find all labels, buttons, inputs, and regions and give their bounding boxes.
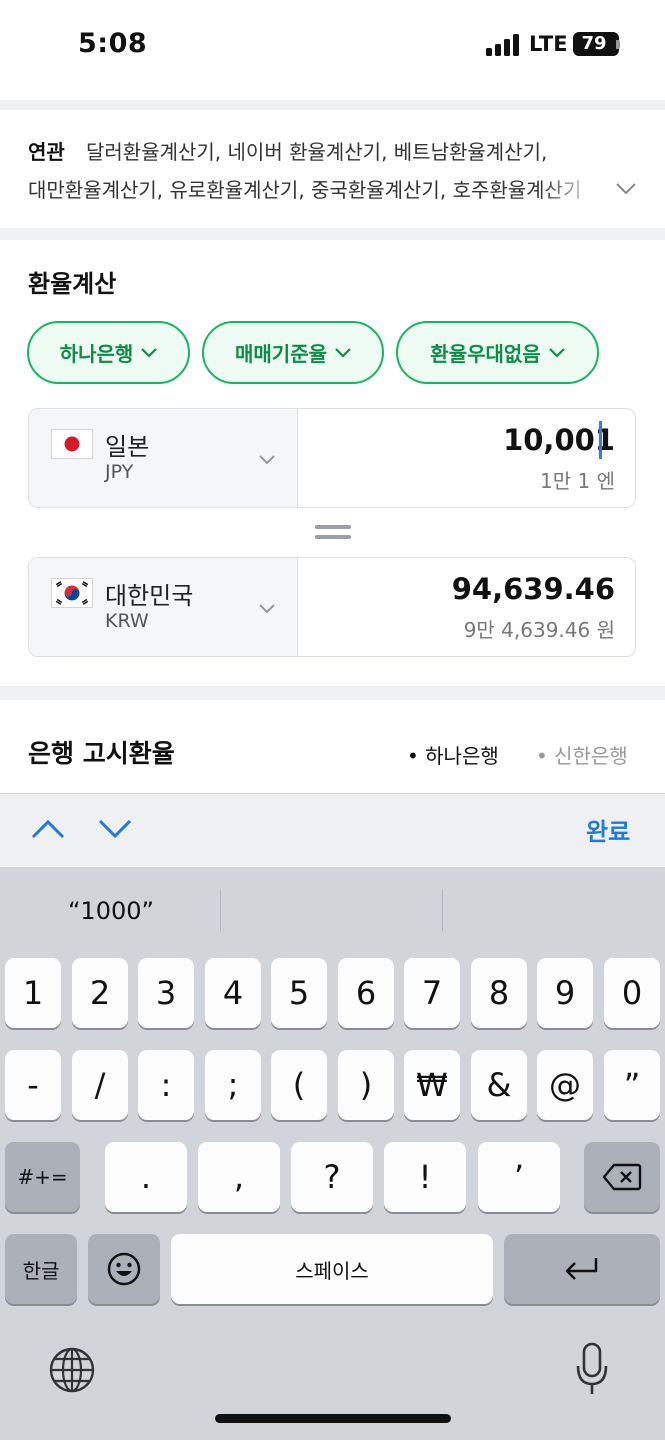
chip-label: 환율우대없음 bbox=[430, 342, 541, 366]
bank-rates-title: 은행 고시환율 bbox=[28, 739, 175, 768]
backspace-key[interactable] bbox=[584, 1142, 660, 1212]
keyboard: “1000” 1 2 3 4 5 6 7 8 9 0 - / : ; ( ) ₩… bbox=[0, 867, 665, 1440]
suggestion-item[interactable]: “1000” bbox=[68, 897, 154, 925]
to-currency-code: KRW bbox=[105, 610, 149, 632]
suggestion-bar: “1000” bbox=[0, 867, 665, 953]
key-ampersand[interactable]: & bbox=[471, 1050, 527, 1120]
symbols-key[interactable]: #+= bbox=[5, 1142, 80, 1212]
korea-flag-icon bbox=[51, 578, 93, 608]
return-key[interactable] bbox=[504, 1234, 660, 1304]
from-country-name: 일본 bbox=[105, 433, 150, 461]
to-amount-value[interactable]: 94,639.46 bbox=[452, 572, 615, 606]
language-key[interactable]: 한글 bbox=[5, 1234, 77, 1304]
exchange-calculator: 환율계산 하나은행 매매기준율 환율우대없음 일본 JPY 10,001 1만 … bbox=[0, 240, 665, 686]
rate-type-chip[interactable]: 매매기준율 bbox=[202, 321, 384, 384]
chevron-down-icon bbox=[259, 604, 275, 614]
suggestion-divider bbox=[220, 889, 221, 931]
key-0[interactable]: 0 bbox=[604, 958, 660, 1028]
chevron-down-icon bbox=[259, 455, 275, 465]
bank-option-hana[interactable]: • 하나은행 bbox=[407, 740, 499, 769]
home-indicator bbox=[215, 1414, 451, 1423]
emoji-icon bbox=[107, 1252, 141, 1286]
chevron-down-icon bbox=[141, 347, 158, 358]
preferential-rate-chip[interactable]: 환율우대없음 bbox=[396, 321, 599, 384]
chevron-up-icon[interactable] bbox=[30, 816, 66, 842]
key-close-paren[interactable]: ) bbox=[338, 1050, 394, 1120]
status-bar: 5:08 LTE 79 bbox=[0, 0, 665, 90]
from-amount-words: 1만 1 엔 bbox=[540, 469, 615, 493]
key-period[interactable]: . bbox=[105, 1142, 187, 1212]
to-currency-select[interactable]: 대한민국 KRW bbox=[29, 558, 298, 656]
key-question[interactable]: ? bbox=[291, 1142, 373, 1212]
related-searches: 연관 달러환율계산기, 네이버 환율계산기, 베트남환율계산기, 대만환율계산기… bbox=[0, 110, 665, 228]
text-cursor bbox=[599, 421, 602, 459]
key-4[interactable]: 4 bbox=[205, 958, 261, 1028]
chevron-down-icon[interactable] bbox=[97, 816, 133, 842]
suggestion-divider bbox=[442, 889, 443, 931]
emoji-key[interactable] bbox=[88, 1234, 160, 1304]
battery-cap bbox=[616, 40, 620, 49]
backspace-icon bbox=[602, 1163, 642, 1191]
battery-icon: 79 bbox=[573, 32, 619, 56]
key-exclamation[interactable]: ! bbox=[384, 1142, 466, 1212]
japan-flag-icon bbox=[51, 429, 93, 459]
key-5[interactable]: 5 bbox=[271, 958, 327, 1028]
key-comma[interactable]: , bbox=[198, 1142, 280, 1212]
related-label: 연관 bbox=[28, 140, 65, 164]
bank-rates-section: 은행 고시환율 • 하나은행 • 신한은행 bbox=[0, 700, 665, 794]
text-fade bbox=[540, 170, 600, 204]
chevron-down-icon bbox=[548, 347, 565, 358]
key-9[interactable]: 9 bbox=[537, 958, 593, 1028]
from-currency-select[interactable]: 일본 JPY bbox=[29, 409, 298, 507]
bank-select-chip[interactable]: 하나은행 bbox=[27, 321, 190, 384]
key-colon[interactable]: : bbox=[138, 1050, 194, 1120]
top-shadow-strip bbox=[0, 90, 665, 100]
key-slash[interactable]: / bbox=[72, 1050, 128, 1120]
key-won[interactable]: ₩ bbox=[404, 1050, 460, 1120]
key-2[interactable]: 2 bbox=[72, 958, 128, 1028]
key-6[interactable]: 6 bbox=[338, 958, 394, 1028]
chip-label: 매매기준율 bbox=[235, 342, 327, 366]
key-apostrophe[interactable]: ’ bbox=[478, 1142, 560, 1212]
keyboard-accessory-bar: 완료 bbox=[0, 793, 665, 867]
from-currency-code: JPY bbox=[105, 461, 134, 483]
space-key[interactable]: 스페이스 bbox=[171, 1234, 493, 1304]
key-3[interactable]: 3 bbox=[138, 958, 194, 1028]
key-1[interactable]: 1 bbox=[5, 958, 61, 1028]
chevron-down-icon[interactable] bbox=[614, 176, 638, 200]
section-divider bbox=[0, 228, 665, 240]
done-button[interactable]: 완료 bbox=[586, 812, 630, 847]
battery-level: 79 bbox=[581, 33, 607, 54]
to-amount-words: 9만 4,639.46 원 bbox=[463, 618, 615, 642]
section-divider bbox=[0, 686, 665, 700]
network-type: LTE bbox=[529, 32, 568, 56]
key-at[interactable]: @ bbox=[537, 1050, 593, 1120]
section-divider bbox=[0, 100, 665, 110]
chip-label: 하나은행 bbox=[59, 342, 134, 366]
calculator-title: 환율계산 bbox=[28, 270, 117, 298]
key-semicolon[interactable]: ; bbox=[205, 1050, 261, 1120]
key-hyphen[interactable]: - bbox=[5, 1050, 61, 1120]
globe-icon[interactable] bbox=[48, 1346, 96, 1394]
to-currency-row: 대한민국 KRW 94,639.46 9만 4,639.46 원 bbox=[28, 557, 636, 657]
key-open-paren[interactable]: ( bbox=[271, 1050, 327, 1120]
related-links-line1[interactable]: 달러환율계산기, 네이버 환율계산기, 베트남환율계산기, bbox=[86, 136, 547, 165]
from-currency-row: 일본 JPY 10,001 1만 1 엔 bbox=[28, 408, 636, 508]
microphone-icon[interactable] bbox=[574, 1342, 610, 1398]
return-icon bbox=[565, 1258, 598, 1280]
key-8[interactable]: 8 bbox=[471, 958, 527, 1028]
cellular-signal-icon bbox=[486, 34, 520, 56]
equals-icon bbox=[315, 525, 351, 541]
related-links-line2[interactable]: 대만환율계산기, 유로환율계산기, 중국환율계산기, 호주환율계산기 bbox=[28, 174, 588, 203]
status-time: 5:08 bbox=[78, 28, 148, 59]
key-7[interactable]: 7 bbox=[404, 958, 460, 1028]
chevron-down-icon bbox=[335, 347, 351, 358]
bank-option-shinhan[interactable]: • 신한은행 bbox=[536, 740, 628, 769]
key-quote[interactable]: ” bbox=[604, 1050, 660, 1120]
to-country-name: 대한민국 bbox=[105, 582, 194, 610]
